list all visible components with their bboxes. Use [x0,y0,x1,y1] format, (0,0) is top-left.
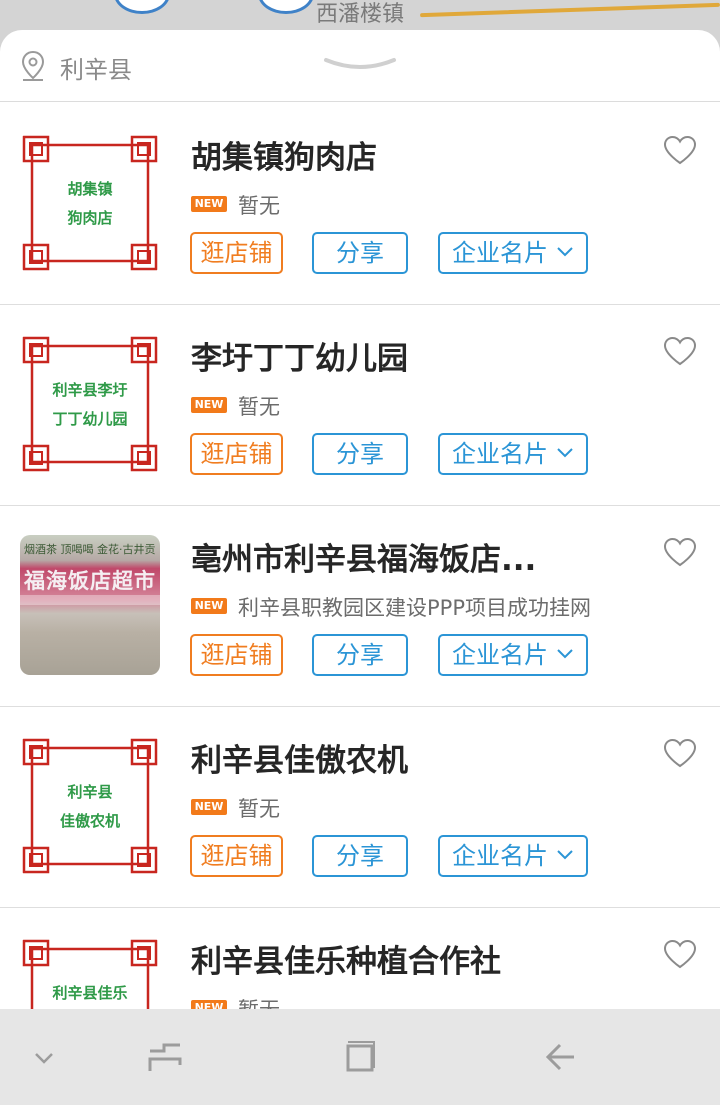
favorite-heart-icon[interactable] [663,336,697,366]
favorite-heart-icon[interactable] [663,537,697,567]
shop-title[interactable]: 利辛县佳乐种植合作社 [191,936,501,981]
business-card-label: 企业名片 [452,440,548,468]
chevron-down-icon[interactable] [34,1051,54,1065]
new-badge: NEW [191,598,227,614]
location-pin-icon [21,50,45,81]
business-card-button[interactable]: 企业名片 [438,433,588,475]
photo-sign: 福海饭店超市 [24,568,156,593]
share-button[interactable]: 分享 [312,232,408,274]
chevron-down-icon [557,448,573,458]
thumb-line2: 佳傲农机 [59,812,120,830]
visit-shop-button[interactable]: 逛店铺 [190,232,283,274]
photo-band [20,595,160,605]
shop-title[interactable]: 李圩丁丁幼儿园 [191,333,408,378]
business-card-label: 企业名片 [452,239,548,267]
system-nav-bar [0,1009,720,1105]
shop-thumbnail[interactable]: 利辛县佳乐 [20,937,160,1010]
shop-thumbnail[interactable]: 利辛县李圩 丁丁幼儿园 [20,334,160,474]
chevron-down-icon [557,649,573,659]
thumb-line1: 胡集镇 [67,180,113,198]
visit-shop-button[interactable]: 逛店铺 [190,835,283,877]
shop-title[interactable]: 胡集镇狗肉店 [191,132,377,177]
shop-title[interactable]: 亳州市利辛县福海饭店... [191,534,536,579]
recent-apps-icon[interactable] [148,1041,182,1075]
shop-subtitle: 暂无 [238,395,280,419]
business-card-button[interactable]: 企业名片 [438,634,588,676]
chevron-down-icon [557,247,573,257]
list-item[interactable]: 利辛县佳乐 利辛县佳乐种植合作社 NEW 暂无 逛店铺 分享 企业名片 [0,908,720,1010]
sheet-header: 利辛县 [0,30,720,102]
shop-title[interactable]: 利辛县佳傲农机 [191,735,408,780]
thumb-line1: 利辛县 [67,783,113,801]
map-place-label: 西潘楼镇 [316,2,405,27]
share-button[interactable]: 分享 [312,835,408,877]
map-marker[interactable] [114,0,170,14]
chevron-down-icon [557,850,573,860]
new-badge: NEW [191,196,227,212]
shop-thumbnail[interactable]: 胡集镇 狗肉店 [20,133,160,273]
back-arrow-icon[interactable] [544,1042,576,1072]
map-marker[interactable] [258,0,314,14]
shop-subtitle: 利辛县职教园区建设PPP项目成功挂网 [238,596,591,620]
shop-list: 胡集镇 狗肉店 胡集镇狗肉店 NEW 暂无 逛店铺 分享 企业名片 利辛县李圩 … [0,104,720,1010]
shop-subtitle: 暂无 [238,998,280,1010]
business-card-label: 企业名片 [452,641,548,669]
favorite-heart-icon[interactable] [663,939,697,969]
thumb-line1: 利辛县李圩 [52,381,128,399]
shop-subtitle: 暂无 [238,797,280,821]
shop-subtitle: 暂无 [238,194,280,218]
location-text[interactable]: 利辛县 [60,50,132,85]
visit-shop-button[interactable]: 逛店铺 [190,433,283,475]
list-item[interactable]: 胡集镇 狗肉店 胡集镇狗肉店 NEW 暂无 逛店铺 分享 企业名片 [0,104,720,305]
business-card-button[interactable]: 企业名片 [438,835,588,877]
thumb-line2: 丁丁幼儿园 [52,410,128,428]
visit-shop-button[interactable]: 逛店铺 [190,634,283,676]
thumb-line2: 狗肉店 [67,209,113,227]
list-item[interactable]: 利辛县 佳傲农机 利辛县佳傲农机 NEW 暂无 逛店铺 分享 企业名片 [0,707,720,908]
shop-photo[interactable]: 烟酒茶 顶喝喝 金花·古井贡 福海饭店超市 [20,535,160,675]
business-card-button[interactable]: 企业名片 [438,232,588,274]
shop-thumbnail[interactable]: 利辛县 佳傲农机 [20,736,160,876]
share-button[interactable]: 分享 [312,433,408,475]
business-card-label: 企业名片 [452,842,548,870]
chevron-down-icon[interactable] [322,56,398,74]
home-square-icon[interactable] [344,1040,376,1074]
new-badge: NEW [191,397,227,413]
favorite-heart-icon[interactable] [663,738,697,768]
map-road [420,2,720,18]
photo-sign-top: 烟酒茶 顶喝喝 金花·古井贡 [24,543,156,556]
list-item[interactable]: 烟酒茶 顶喝喝 金花·古井贡 福海饭店超市 亳州市利辛县福海饭店... NEW … [0,506,720,707]
thumb-line1: 利辛县佳乐 [52,984,128,1002]
favorite-heart-icon[interactable] [663,135,697,165]
new-badge: NEW [191,799,227,815]
results-sheet: 利辛县 胡集镇 狗肉店 胡集镇狗肉店 NEW 暂无 逛店铺 分享 企业名片 利辛… [0,30,720,1010]
share-button[interactable]: 分享 [312,634,408,676]
list-item[interactable]: 利辛县李圩 丁丁幼儿园 李圩丁丁幼儿园 NEW 暂无 逛店铺 分享 企业名片 [0,305,720,506]
